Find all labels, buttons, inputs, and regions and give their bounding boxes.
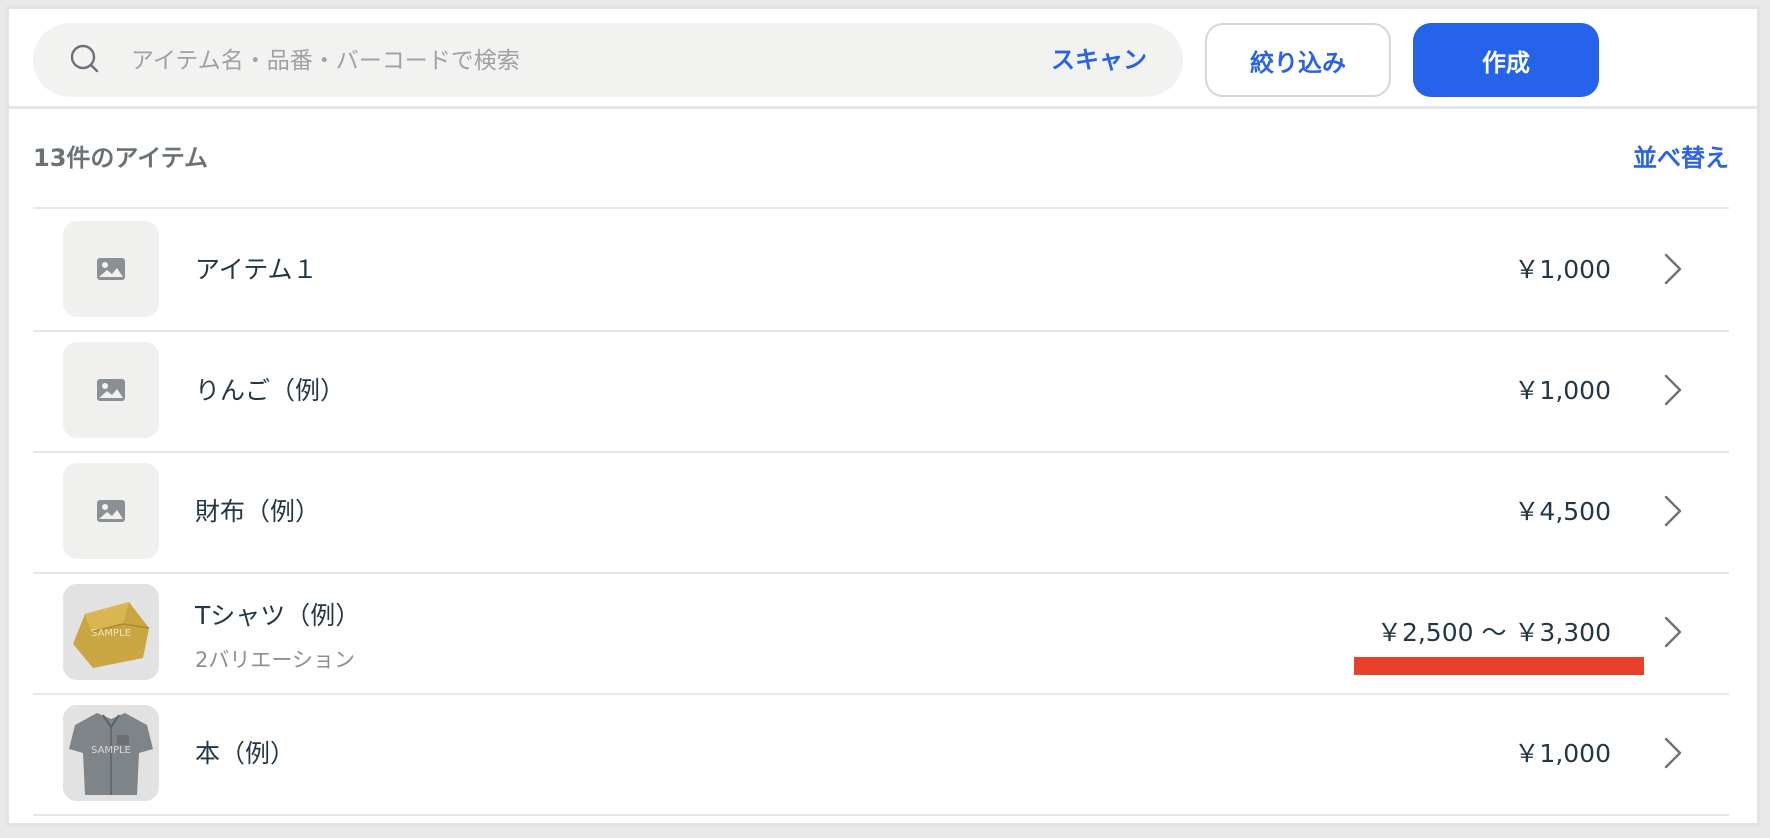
item-name: 本（例）: [195, 739, 296, 768]
item-name: Tシャツ（例）: [195, 601, 361, 630]
chevron-right-icon: [1664, 737, 1682, 769]
item-thumbnail: [63, 463, 159, 559]
top-bar: スキャン 絞り込み 作成: [9, 9, 1757, 109]
chevron-right-icon: [1664, 253, 1682, 285]
list-item[interactable]: アイテム１ ￥1,000: [33, 209, 1729, 332]
item-name: 財布（例）: [195, 497, 321, 526]
list-item[interactable]: SAMPLE Tシャツ（例） 2バリエーション ￥2,500 〜 ￥3,300: [33, 572, 1729, 695]
price-range-highlight: [1354, 657, 1644, 675]
search-icon: [70, 44, 99, 73]
item-price: ￥4,500: [1514, 497, 1611, 526]
list-header: 13件のアイテム 並べ替え: [33, 109, 1729, 209]
image-placeholder-icon: [97, 379, 125, 401]
yellow-wallet-photo: SAMPLE: [63, 584, 159, 680]
search-bar[interactable]: スキャン: [33, 23, 1183, 99]
create-button[interactable]: 作成: [1413, 23, 1599, 97]
list-item[interactable]: 財布（例） ￥4,500: [33, 451, 1729, 574]
image-placeholder-icon: [97, 500, 125, 522]
create-button-label: 作成: [1482, 48, 1530, 77]
item-price: ￥1,000: [1514, 376, 1611, 405]
item-count: 13件のアイテム: [33, 144, 208, 172]
item-price: ￥1,000: [1514, 739, 1611, 768]
sort-button[interactable]: 並べ替え: [1633, 109, 1729, 207]
svg-text:SAMPLE: SAMPLE: [91, 628, 131, 639]
search-input[interactable]: [129, 23, 953, 99]
item-name: アイテム１: [195, 255, 318, 284]
list-item[interactable]: SAMPLE 本（例） ￥1,000: [33, 693, 1729, 816]
svg-text:SAMPLE: SAMPLE: [91, 745, 131, 756]
item-variation-count: 2バリエーション: [195, 648, 355, 672]
filter-button[interactable]: 絞り込み: [1205, 23, 1391, 97]
chevron-right-icon: [1664, 616, 1682, 648]
item-thumbnail: [63, 221, 159, 317]
item-price: ￥1,000: [1514, 255, 1611, 284]
scan-button[interactable]: スキャン: [1051, 23, 1147, 97]
app-frame: スキャン 絞り込み 作成 13件のアイテム 並べ替え アイテム１ ￥1,000: [6, 6, 1760, 826]
item-name: りんご（例）: [195, 376, 346, 405]
chevron-right-icon: [1664, 374, 1682, 406]
list-item[interactable]: りんご（例） ￥1,000: [33, 330, 1729, 453]
filter-button-label: 絞り込み: [1250, 48, 1346, 77]
image-placeholder-icon: [97, 258, 125, 280]
item-thumbnail: SAMPLE: [63, 705, 159, 801]
chevron-right-icon: [1664, 495, 1682, 527]
item-thumbnail: SAMPLE: [63, 584, 159, 680]
grey-shirt-photo: SAMPLE: [63, 705, 159, 801]
item-thumbnail: [63, 342, 159, 438]
